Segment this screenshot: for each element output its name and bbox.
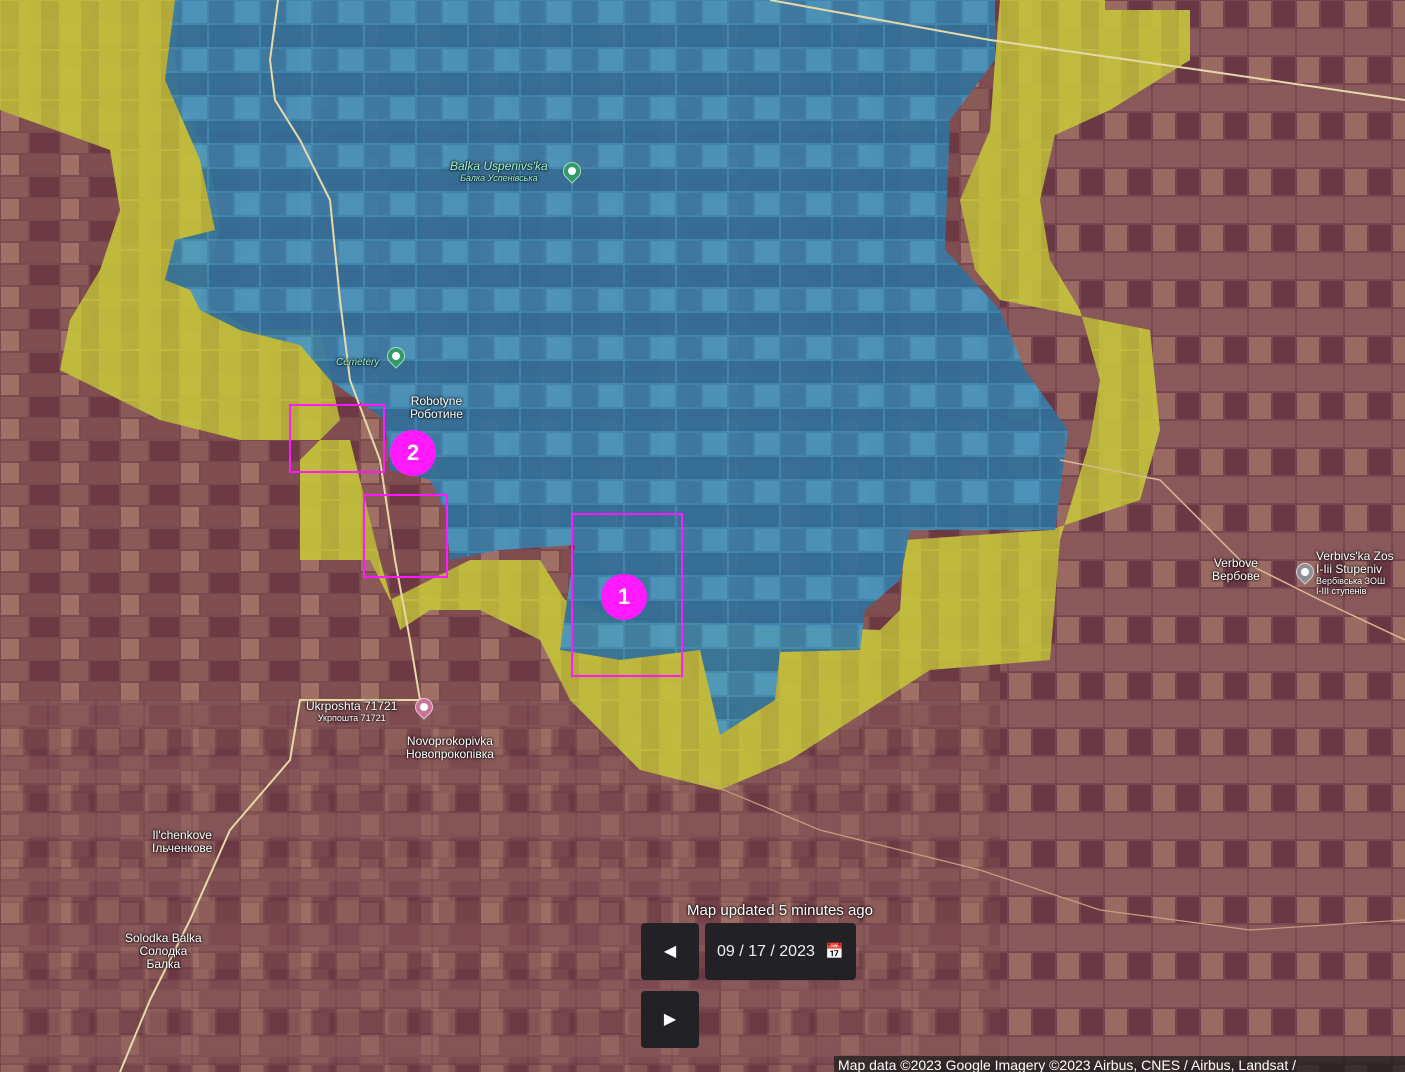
date-value: 09 / 17 / 2023 bbox=[717, 943, 815, 960]
highlight-box-2a bbox=[289, 404, 385, 473]
label-cemetery: Cemetery bbox=[336, 357, 380, 368]
highlight-box-2b bbox=[363, 494, 448, 578]
label-verbove: Verbove Вербове bbox=[1212, 556, 1260, 583]
map-attribution: Map data ©2023 Google Imagery ©2023 Airb… bbox=[834, 1056, 1405, 1072]
label-solodka-balka: Solodka Balka Солодка Балка bbox=[125, 931, 202, 971]
play-right-icon: ▶ bbox=[663, 1011, 677, 1028]
label-novoprokopivka: Novoprokopivka Новопрокопівка bbox=[406, 734, 494, 761]
label-ilchenkove: Il'chenkove Ільченкове bbox=[152, 828, 213, 855]
calendar-icon[interactable]: 📅 bbox=[825, 923, 844, 980]
play-left-icon: ◀ bbox=[663, 943, 677, 960]
map-updated-text: Map updated 5 minutes ago bbox=[687, 902, 873, 919]
date-input[interactable]: 09 / 17 / 2023 📅 bbox=[705, 923, 856, 980]
prev-date-button[interactable]: ◀ bbox=[641, 923, 699, 980]
next-date-button[interactable]: ▶ bbox=[641, 991, 699, 1048]
label-robotyne: Robotyne Роботине bbox=[410, 394, 463, 421]
label-ukrposhta: Ukrposhta 71721 Укрпошта 71721 bbox=[306, 699, 398, 724]
label-balka-uspenivska: Balka Uspenivs'ka Балка Успенівська bbox=[450, 159, 548, 184]
label-verbivska-school: Verbivs'ka Zos I-Iii Stupeniv Вербівська… bbox=[1316, 549, 1394, 597]
marker-2[interactable]: 2 bbox=[390, 430, 436, 476]
marker-1[interactable]: 1 bbox=[601, 574, 647, 620]
